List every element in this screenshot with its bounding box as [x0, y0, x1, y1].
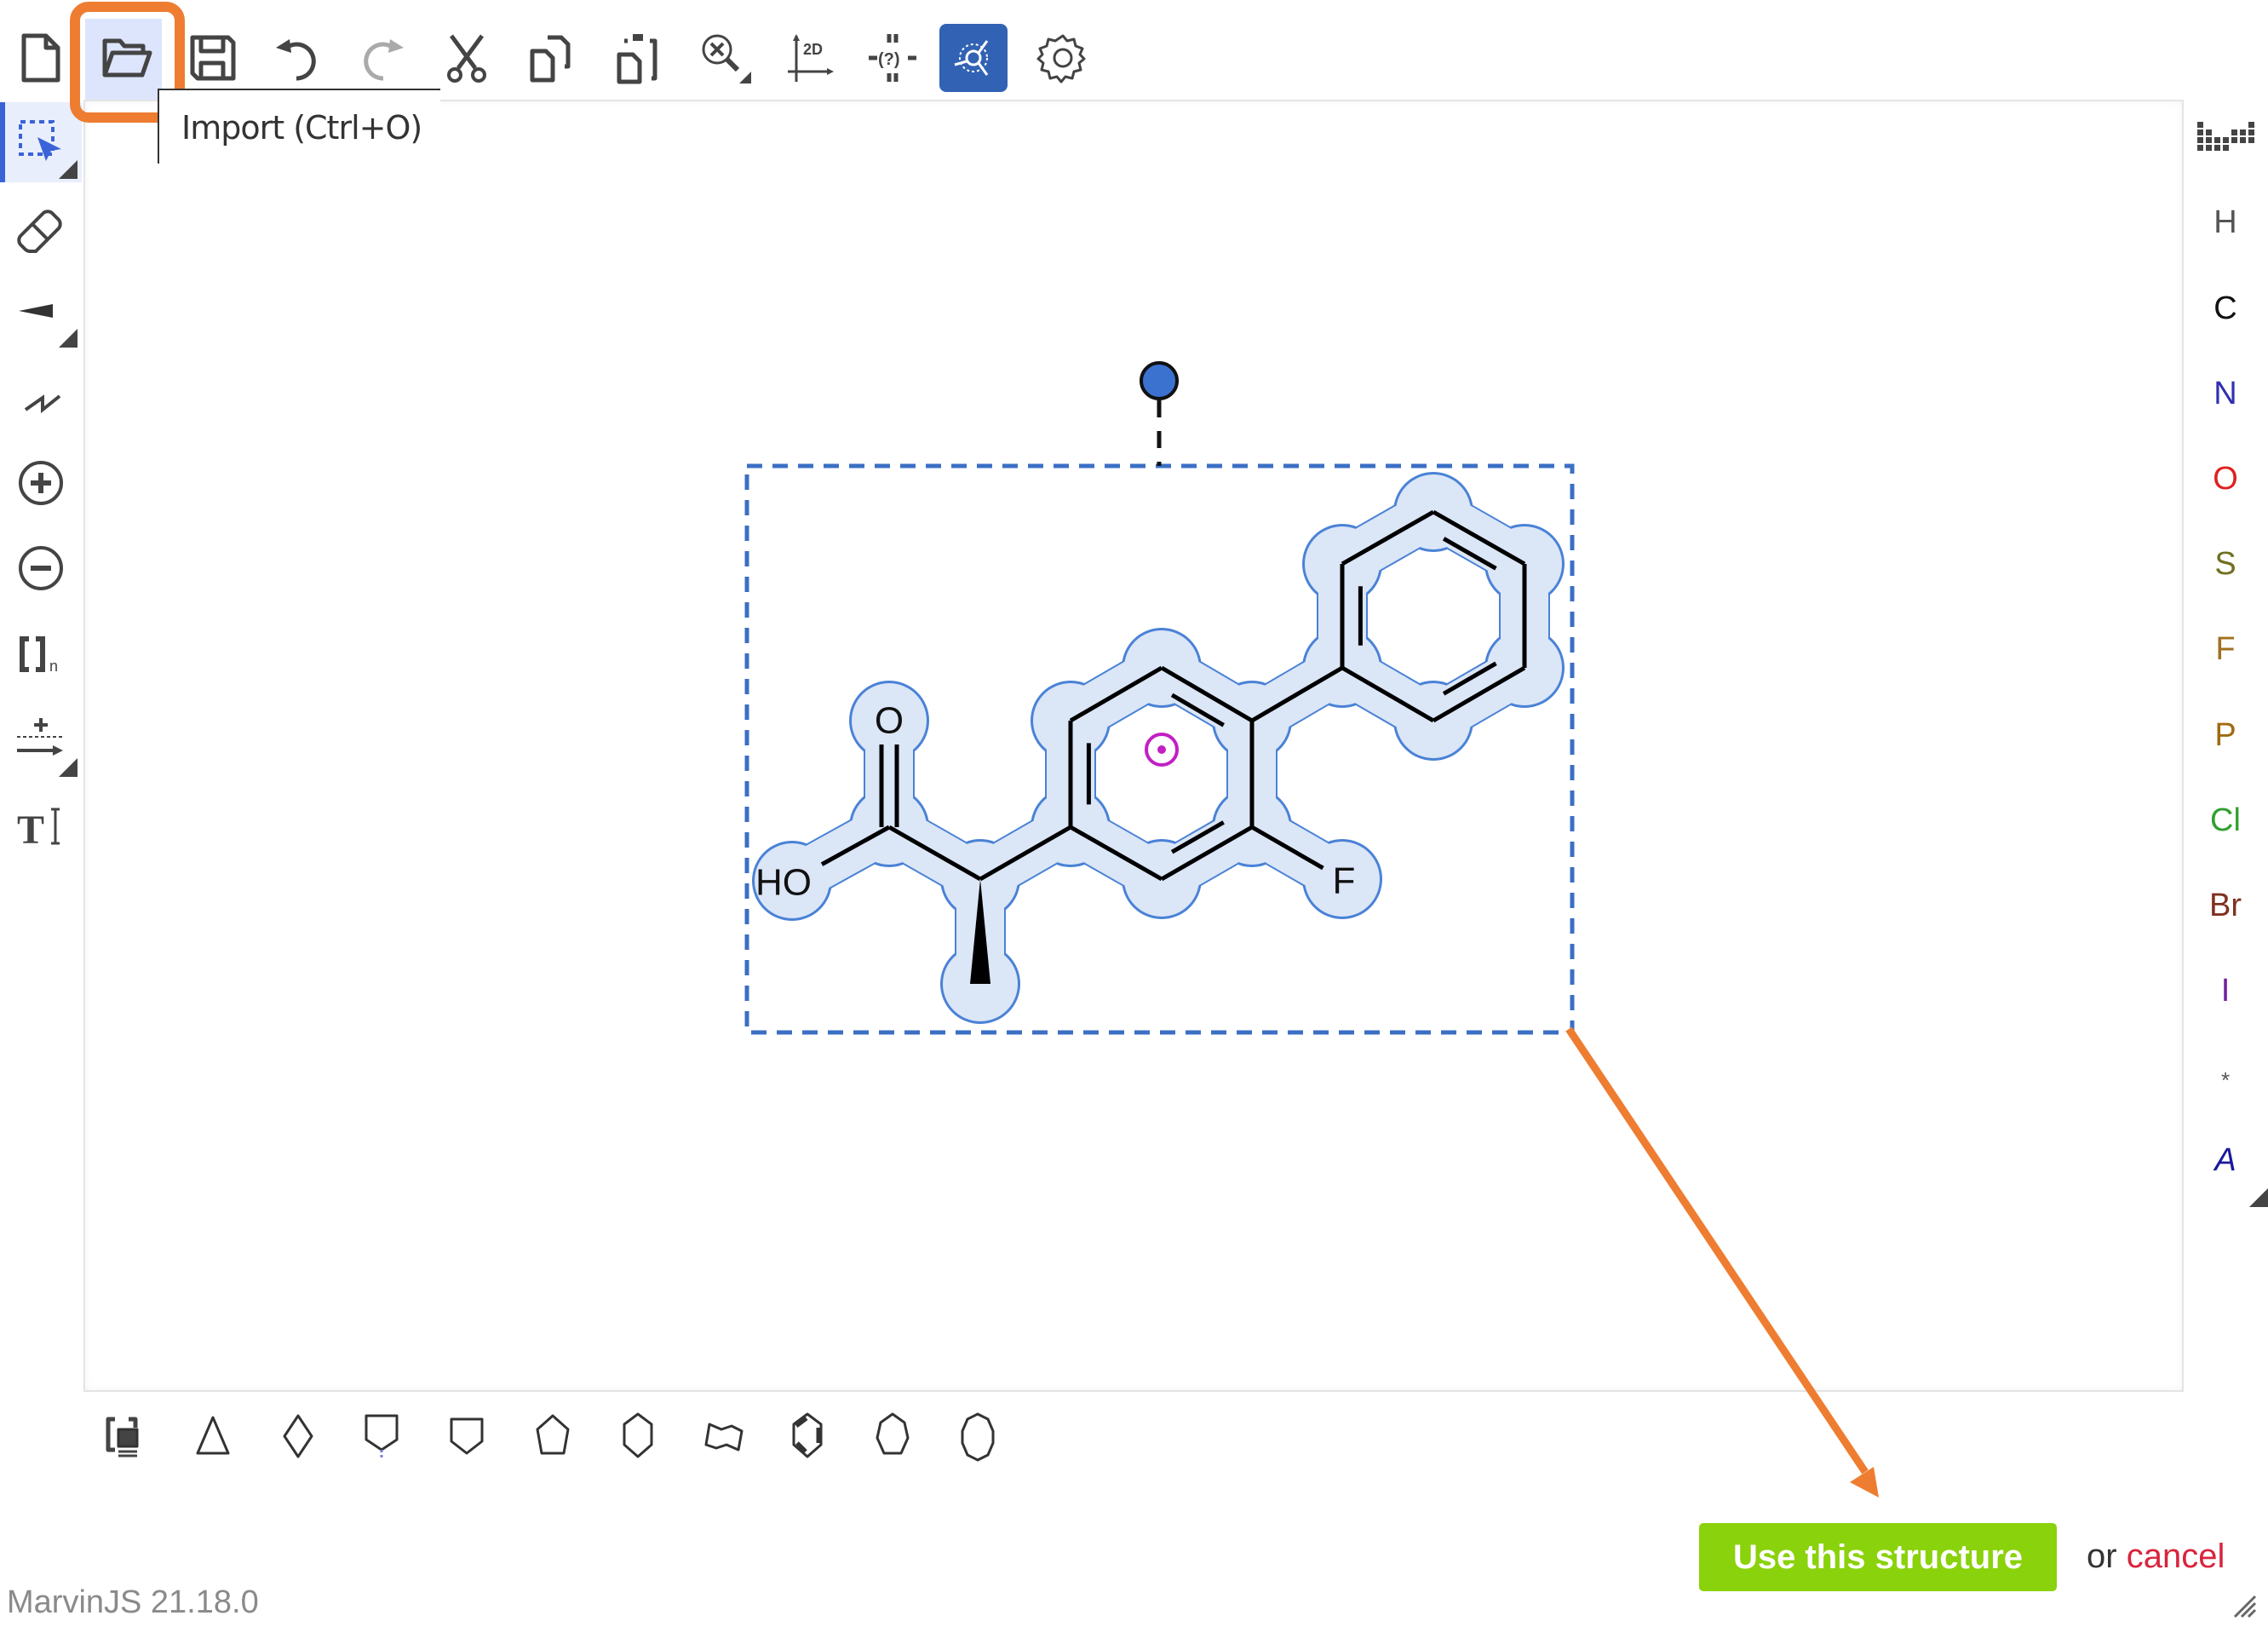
version-label: MarvinJS 21.18.0 [7, 1584, 259, 1620]
rotation-handle [1140, 361, 1179, 400]
import-tooltip: Import (Ctrl+O) [158, 89, 440, 164]
rotation-center-dot [1157, 745, 1166, 754]
atom-label-fluorine: F [1333, 860, 1356, 902]
tooltip-text: Import (Ctrl+O) [181, 109, 422, 147]
or-cancel-text: or cancel [2087, 1538, 2225, 1576]
or-label: or [2087, 1538, 2117, 1575]
cancel-link[interactable]: cancel [2127, 1538, 2225, 1575]
annotation-arrow-line [1565, 1026, 1869, 1475]
atom-label-hydroxyl: HO [755, 862, 812, 904]
resize-grip-icon[interactable] [2231, 1593, 2257, 1618]
atom-label-oxygen: O [875, 700, 904, 742]
use-this-structure-button[interactable]: Use this structure [1699, 1523, 2057, 1591]
molecule-drawing: O HO F [744, 361, 1879, 1498]
